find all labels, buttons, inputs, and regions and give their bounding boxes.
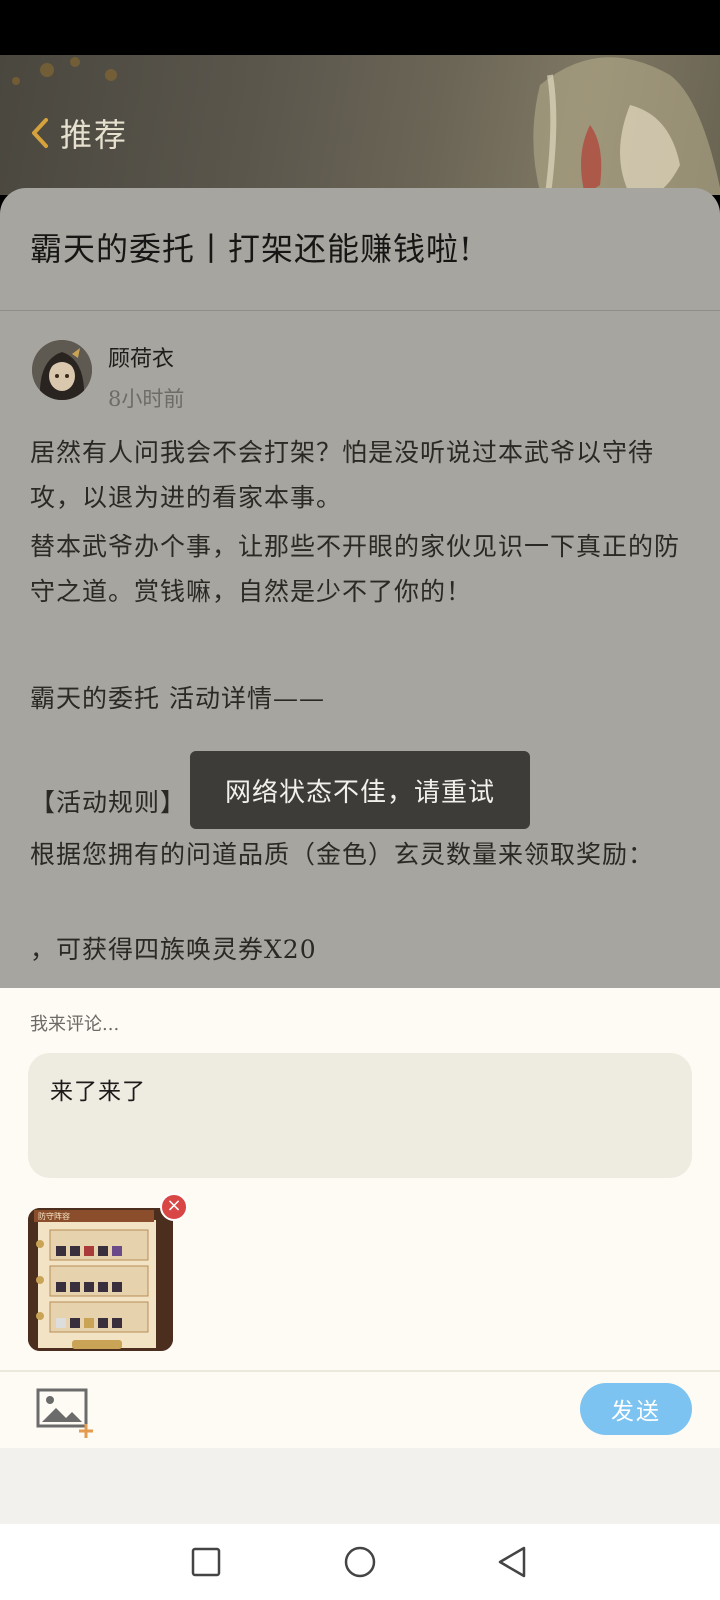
post-time: 8小时前 [108,387,185,411]
comment-input-text: 来了来了 [50,1079,146,1105]
back-button[interactable]: 推荐 [28,110,128,156]
blossom-decoration [12,77,20,85]
status-bar [0,0,720,55]
lineup-screenshot-image: 防守阵容 [28,1208,173,1351]
triangle-back-icon [498,1546,526,1578]
system-nav-bar [0,1524,720,1600]
comment-label: 我来评论... [30,1014,120,1035]
post-paragraph: 居然有人问我会不会打架？怕是没听说过本武爷以守待攻，以退为进的看家本事。 [30,438,655,512]
blossom-decoration [70,57,80,67]
recents-button[interactable] [182,1538,230,1586]
header-banner: 推荐 [0,55,720,195]
author-info: 顾荷衣 8小时前 [32,340,184,413]
author-name[interactable]: 顾荷衣 [108,341,184,373]
post-paragraph: 根据您拥有的问道品质（金色）玄灵数量来领取奖励： [30,840,655,869]
chevron-left-icon [32,118,48,148]
back-label: 推荐 [60,116,129,154]
avatar-icon [32,340,92,400]
post-paragraph: ，可获得四族唤灵券X20 [30,935,317,964]
remove-image-button[interactable]: × [160,1193,188,1221]
post-paragraph: 替本武爷办个事，让那些不开眼的家伙见识一下真正的防守之道。赏钱嘛，自然是少不了你… [30,532,681,606]
attached-image-thumbnail[interactable]: 防守阵容 [28,1208,173,1351]
add-image-icon [36,1388,93,1438]
square-icon [191,1547,221,1577]
circle-icon [344,1546,376,1578]
character-art [533,57,720,195]
attachment-title: 防守阵容 [38,1211,70,1221]
blossom-decoration [40,63,54,77]
avatar[interactable] [32,340,92,400]
home-button[interactable] [336,1538,384,1586]
blank-area [0,1448,720,1524]
blossom-decoration [105,69,117,81]
back-nav-button[interactable] [488,1538,536,1586]
send-button[interactable]: 发送 [580,1383,692,1435]
post-paragraph: 霸天的委托 活动详情—— [30,684,325,713]
title-divider [0,310,720,311]
add-image-button[interactable] [36,1388,98,1438]
post-title: 霸天的委托丨打架还能赚钱啦! [30,230,473,268]
network-error-toast: 网络状态不佳，请重试 [190,751,530,829]
toolbar-divider [0,1370,720,1372]
